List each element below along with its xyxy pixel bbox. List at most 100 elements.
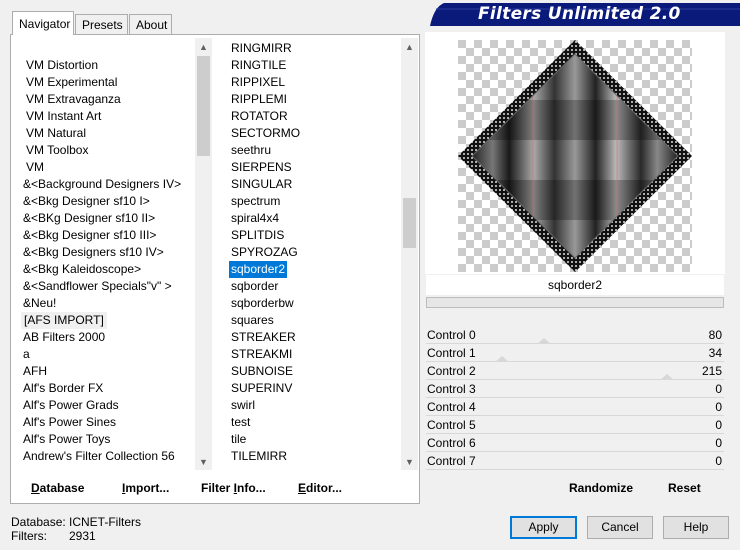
filter-item[interactable]: TILEMIRR xyxy=(231,448,287,465)
category-item[interactable]: &<Bkg Designers sf10 IV> xyxy=(23,244,164,261)
filter-item[interactable]: SUPERINV xyxy=(231,380,292,397)
category-item[interactable]: Alf's Border FX xyxy=(23,380,103,397)
scroll-thumb[interactable] xyxy=(197,56,210,156)
category-item[interactable]: Alf's Power Sines xyxy=(23,414,116,431)
category-item[interactable]: AB Filters 2000 xyxy=(23,329,105,346)
category-item[interactable]: &<Bkg Designer sf10 III> xyxy=(23,227,156,244)
randomize-button[interactable]: Randomize xyxy=(569,481,633,495)
filter-item[interactable]: sqborder xyxy=(231,278,278,295)
reset-button[interactable]: Reset xyxy=(668,481,701,495)
category-list[interactable]: VM Distortion VM Experimental VM Extravaga… xyxy=(18,38,195,470)
control-value: 34 xyxy=(708,346,722,360)
filter-item[interactable]: STREAKMI xyxy=(231,346,292,363)
scroll-up-icon[interactable]: ▲ xyxy=(195,38,212,55)
control-slider[interactable]: Control 2 215 xyxy=(426,362,724,380)
filter-item[interactable]: seethru xyxy=(231,142,271,159)
filter-item[interactable]: STREAKER xyxy=(231,329,296,346)
filters-count: 2931 xyxy=(69,529,96,543)
editor-button[interactable]: Editor... xyxy=(298,481,342,495)
category-item[interactable]: Alf's Power Grads xyxy=(23,397,119,414)
category-item[interactable]: &<Sandflower Specials"v" > xyxy=(23,278,172,295)
filter-item[interactable]: RINGMIRR xyxy=(231,40,292,57)
category-item[interactable]: &<Background Designers IV> xyxy=(23,176,181,193)
control-value: 80 xyxy=(708,328,722,342)
database-button[interactable]: Database xyxy=(31,481,84,495)
control-value: 0 xyxy=(715,400,722,414)
category-item[interactable]: &<Bkg Kaleidoscope> xyxy=(23,261,141,278)
scroll-down-icon[interactable]: ▼ xyxy=(195,453,212,470)
control-value: 0 xyxy=(715,418,722,432)
preview-image xyxy=(458,40,692,272)
filter-item[interactable]: swirl xyxy=(231,397,255,414)
import-button[interactable]: Import... xyxy=(122,481,169,495)
category-item[interactable]: &Neu! xyxy=(23,295,56,312)
category-scrollbar[interactable]: ▲ ▼ xyxy=(195,38,212,470)
filter-item[interactable]: sqborder2 xyxy=(229,261,288,278)
category-item[interactable]: VM Distortion xyxy=(26,57,98,74)
category-item[interactable]: VM Natural xyxy=(26,125,86,142)
control-slider[interactable]: Control 7 0 xyxy=(426,452,724,470)
title-banner: Filters Unlimited 2.0 xyxy=(430,3,740,26)
filter-item[interactable]: sqborderbw xyxy=(231,295,294,312)
database-label: Database: xyxy=(11,515,66,529)
control-label: Control 6 xyxy=(427,436,476,450)
control-slider[interactable]: Control 1 34 xyxy=(426,344,724,362)
control-slider[interactable]: Control 3 0 xyxy=(426,380,724,398)
filter-list[interactable]: RINGMIRR RINGTILE RIPPIXEL RIPPLEMI ROTATOR S… xyxy=(228,38,401,470)
category-item[interactable]: VM xyxy=(26,159,44,176)
control-slider[interactable]: Control 0 80 xyxy=(426,326,724,344)
control-value: 0 xyxy=(715,436,722,450)
progress-bar xyxy=(426,297,724,308)
category-item[interactable]: AFH xyxy=(23,363,47,380)
tab-about[interactable]: About xyxy=(129,14,172,34)
filter-item[interactable]: RINGTILE xyxy=(231,57,286,74)
filter-item[interactable]: spectrum xyxy=(231,193,280,210)
control-label: Control 2 xyxy=(427,364,476,378)
control-slider[interactable]: Control 6 0 xyxy=(426,434,724,452)
category-item[interactable]: VM Experimental xyxy=(26,74,117,91)
category-item[interactable]: [AFS IMPORT] xyxy=(21,312,107,329)
category-item[interactable]: VM Toolbox xyxy=(26,142,88,159)
filter-item[interactable]: SPLITDIS xyxy=(231,227,284,244)
scroll-thumb[interactable] xyxy=(403,198,416,248)
control-label: Control 4 xyxy=(427,400,476,414)
filter-item[interactable]: RIPPIXEL xyxy=(231,74,285,91)
apply-button[interactable]: Apply xyxy=(510,516,577,539)
slider-track xyxy=(426,469,724,470)
filter-info-button[interactable]: Filter Info... xyxy=(201,481,266,495)
cancel-button[interactable]: Cancel xyxy=(587,516,653,539)
app-title: Filters Unlimited 2.0 xyxy=(478,4,681,24)
category-item[interactable]: Alf's Power Toys xyxy=(23,431,110,448)
control-slider[interactable]: Control 4 0 xyxy=(426,398,724,416)
category-item[interactable]: &<BKg Designer sf10 II> xyxy=(23,210,155,227)
help-button[interactable]: Help xyxy=(663,516,729,539)
filter-item[interactable]: SECTORMO xyxy=(231,125,300,142)
tab-presets[interactable]: Presets xyxy=(75,14,128,34)
category-item[interactable]: &<Bkg Designer sf10 I> xyxy=(23,193,150,210)
filter-item[interactable]: tile xyxy=(231,431,246,448)
scroll-up-icon[interactable]: ▲ xyxy=(401,38,418,55)
control-label: Control 0 xyxy=(427,328,476,342)
tab-navigator[interactable]: Navigator xyxy=(12,11,74,35)
category-item[interactable]: VM Extravaganza xyxy=(26,91,121,108)
filter-item[interactable]: ROTATOR xyxy=(231,108,288,125)
filter-scrollbar[interactable]: ▲ ▼ xyxy=(401,38,418,470)
filter-item[interactable]: RIPPLEMI xyxy=(231,91,287,108)
scroll-down-icon[interactable]: ▼ xyxy=(401,453,418,470)
filter-item[interactable]: SIERPENS xyxy=(231,159,292,176)
filter-item[interactable]: SINGULAR xyxy=(231,176,292,193)
filter-item[interactable]: test xyxy=(231,414,250,431)
control-value: 0 xyxy=(715,454,722,468)
filter-item[interactable]: spiral4x4 xyxy=(231,210,279,227)
filter-name-display: sqborder2 xyxy=(426,275,724,295)
control-slider[interactable]: Control 5 0 xyxy=(426,416,724,434)
category-item[interactable]: Andrew's Filter Collection 56 xyxy=(23,448,175,465)
category-item[interactable]: VM Instant Art xyxy=(26,108,101,125)
category-item[interactable]: a xyxy=(23,346,30,363)
control-value: 215 xyxy=(701,364,722,378)
filter-item[interactable]: SUBNOISE xyxy=(231,363,293,380)
control-label: Control 7 xyxy=(427,454,476,468)
filter-item[interactable]: squares xyxy=(231,312,274,329)
database-value: ICNET-Filters xyxy=(69,515,141,529)
filter-item[interactable]: SPYROZAG xyxy=(231,244,298,261)
